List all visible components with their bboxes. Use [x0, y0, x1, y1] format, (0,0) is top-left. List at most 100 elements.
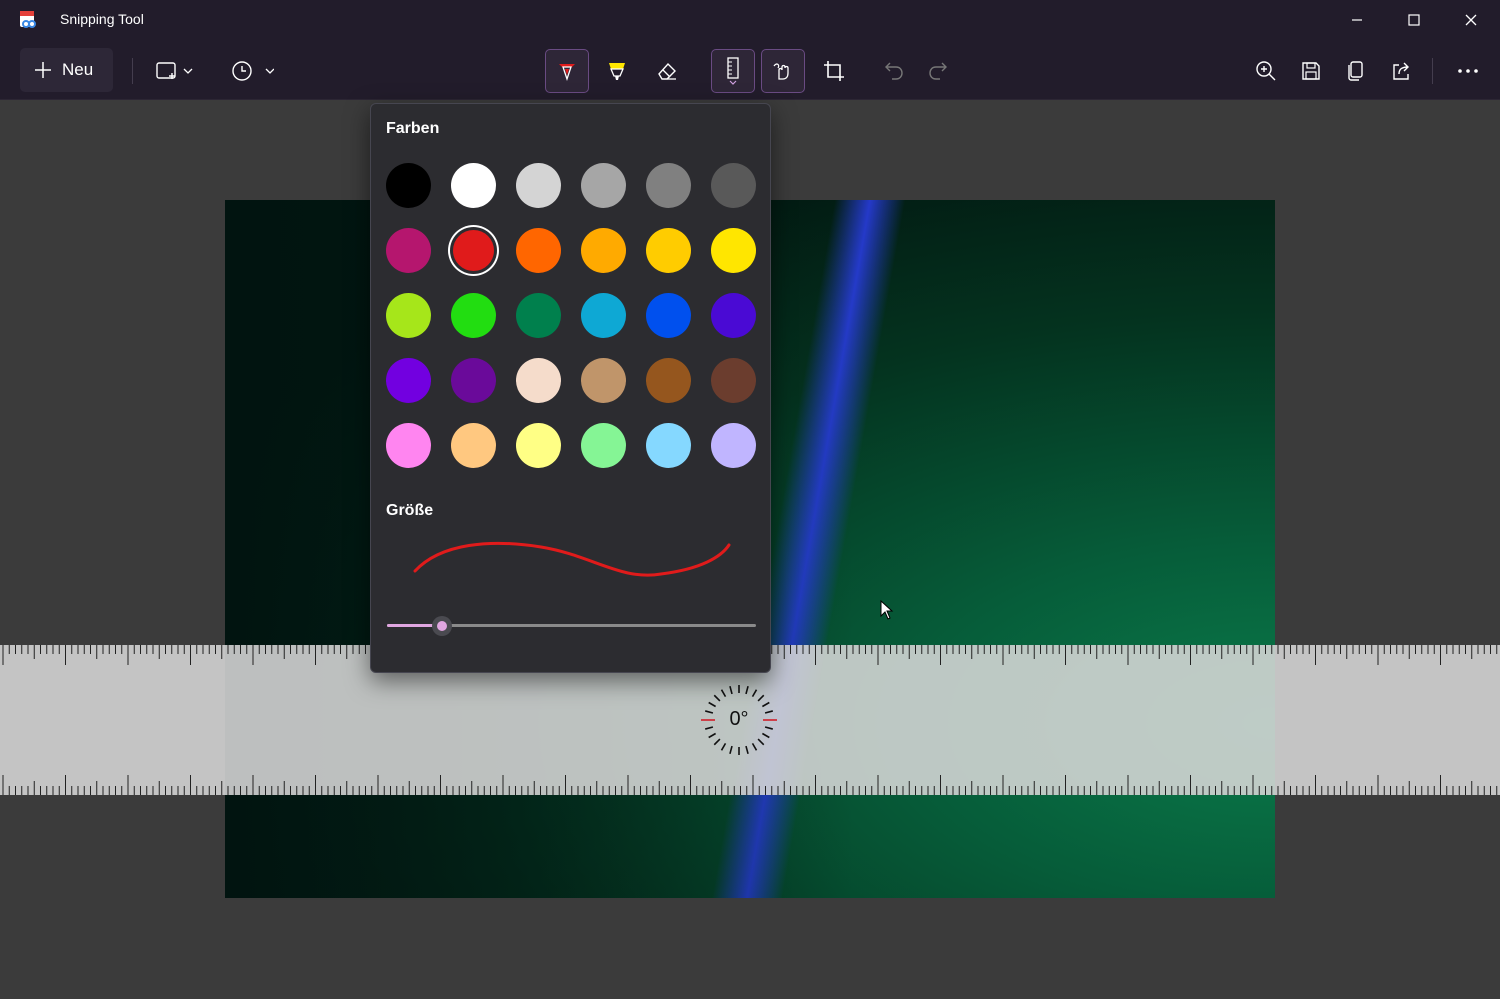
color-swatch[interactable] — [646, 358, 691, 403]
color-swatch[interactable] — [516, 163, 561, 208]
close-icon — [1465, 14, 1477, 26]
color-swatch[interactable] — [646, 228, 691, 273]
color-swatch[interactable] — [386, 293, 431, 338]
color-swatch[interactable] — [711, 293, 756, 338]
dial-tick — [757, 694, 765, 702]
copy-button[interactable] — [1334, 49, 1378, 93]
undo-button[interactable] — [872, 49, 916, 93]
color-swatch[interactable] — [451, 163, 496, 208]
share-button[interactable] — [1379, 49, 1423, 93]
zoom-button[interactable] — [1244, 49, 1288, 93]
color-swatch[interactable] — [581, 358, 626, 403]
close-button[interactable] — [1448, 0, 1494, 40]
size-heading: Größe — [386, 502, 434, 519]
more-icon — [1458, 69, 1478, 73]
touch-writing-icon — [773, 63, 789, 80]
colors-heading: Farben — [386, 120, 440, 137]
minimize-icon — [1352, 19, 1362, 21]
rectangle-snip-icon — [156, 62, 193, 79]
dial-tick — [704, 726, 714, 730]
touch-writing-button[interactable] — [761, 49, 805, 93]
highlighter-button[interactable] — [595, 49, 639, 93]
color-swatch[interactable] — [453, 230, 494, 271]
new-snip-button[interactable]: Neu — [20, 48, 113, 92]
color-swatch[interactable] — [711, 358, 756, 403]
eraser-button[interactable] — [645, 49, 689, 93]
color-swatch[interactable] — [711, 163, 756, 208]
dial-tick — [720, 742, 727, 751]
ballpoint-pen-button[interactable] — [545, 49, 589, 93]
ruler-icon — [727, 57, 739, 85]
color-swatch[interactable] — [581, 293, 626, 338]
dial-tick — [745, 685, 749, 695]
window-title: Snipping Tool — [60, 11, 144, 27]
pen-icon — [559, 64, 575, 82]
more-options-button[interactable] — [1446, 49, 1490, 93]
pen-settings-flyout: Farben Größe — [370, 103, 771, 673]
share-icon — [1393, 62, 1409, 80]
delay-dropdown[interactable] — [226, 49, 278, 93]
color-swatch[interactable] — [646, 293, 691, 338]
new-snip-label: Neu — [62, 60, 94, 79]
color-swatch[interactable] — [646, 423, 691, 468]
save-icon — [1302, 62, 1320, 80]
dial-tick — [745, 745, 749, 755]
color-swatch[interactable] — [581, 228, 626, 273]
ruler-angle-label: 0° — [729, 708, 749, 730]
toolbar: Neu — [0, 40, 1500, 100]
dial-tick — [704, 710, 714, 714]
ruler-button[interactable] — [711, 49, 755, 93]
clock-icon — [232, 61, 274, 81]
color-swatch[interactable] — [711, 228, 756, 273]
color-swatch[interactable] — [451, 423, 496, 468]
toolbar-divider — [1432, 58, 1433, 84]
crop-icon — [824, 61, 844, 81]
maximize-icon — [1408, 14, 1420, 26]
save-button[interactable] — [1289, 49, 1333, 93]
dial-tick — [729, 685, 733, 695]
dial-tick — [720, 689, 727, 698]
maximize-button[interactable] — [1391, 0, 1437, 40]
undo-icon — [885, 62, 903, 80]
dial-tick — [757, 738, 765, 746]
color-swatch[interactable] — [451, 293, 496, 338]
color-swatch[interactable] — [516, 228, 561, 273]
color-swatch[interactable] — [581, 423, 626, 468]
color-swatch[interactable] — [451, 358, 496, 403]
plus-icon — [35, 62, 51, 78]
dial-tick — [751, 689, 758, 698]
dial-tick — [729, 745, 733, 755]
dial-tick — [764, 710, 774, 714]
mouse-pointer-icon — [880, 600, 894, 620]
color-swatch[interactable] — [516, 293, 561, 338]
snip-mode-dropdown[interactable] — [148, 49, 200, 93]
toolbar-divider — [132, 58, 133, 84]
color-swatch[interactable] — [646, 163, 691, 208]
color-swatch[interactable] — [516, 423, 561, 468]
title-bar: Snipping Tool — [0, 0, 1500, 40]
dial-tick — [761, 701, 770, 708]
dial-tick — [713, 738, 721, 746]
color-swatch[interactable] — [386, 358, 431, 403]
dial-tick — [708, 701, 717, 708]
zoom-in-icon — [1256, 61, 1276, 81]
crop-button[interactable] — [812, 49, 856, 93]
minimize-button[interactable] — [1334, 0, 1380, 40]
dial-tick — [764, 726, 774, 730]
color-swatch[interactable] — [386, 423, 431, 468]
stroke-preview — [413, 541, 731, 577]
dial-tick — [761, 732, 770, 739]
color-swatch[interactable] — [516, 358, 561, 403]
copy-icon — [1348, 61, 1363, 81]
size-slider-thumb[interactable] — [432, 616, 453, 636]
color-swatch[interactable] — [386, 163, 431, 208]
color-swatch[interactable] — [581, 163, 626, 208]
dial-tick — [713, 694, 721, 702]
dial-tick — [751, 742, 758, 751]
size-slider-thumb-dot — [437, 621, 448, 631]
redo-button[interactable] — [916, 49, 960, 93]
eraser-icon — [658, 62, 676, 80]
redo-icon — [929, 62, 947, 80]
color-swatch[interactable] — [711, 423, 756, 468]
color-swatch[interactable] — [386, 228, 431, 273]
